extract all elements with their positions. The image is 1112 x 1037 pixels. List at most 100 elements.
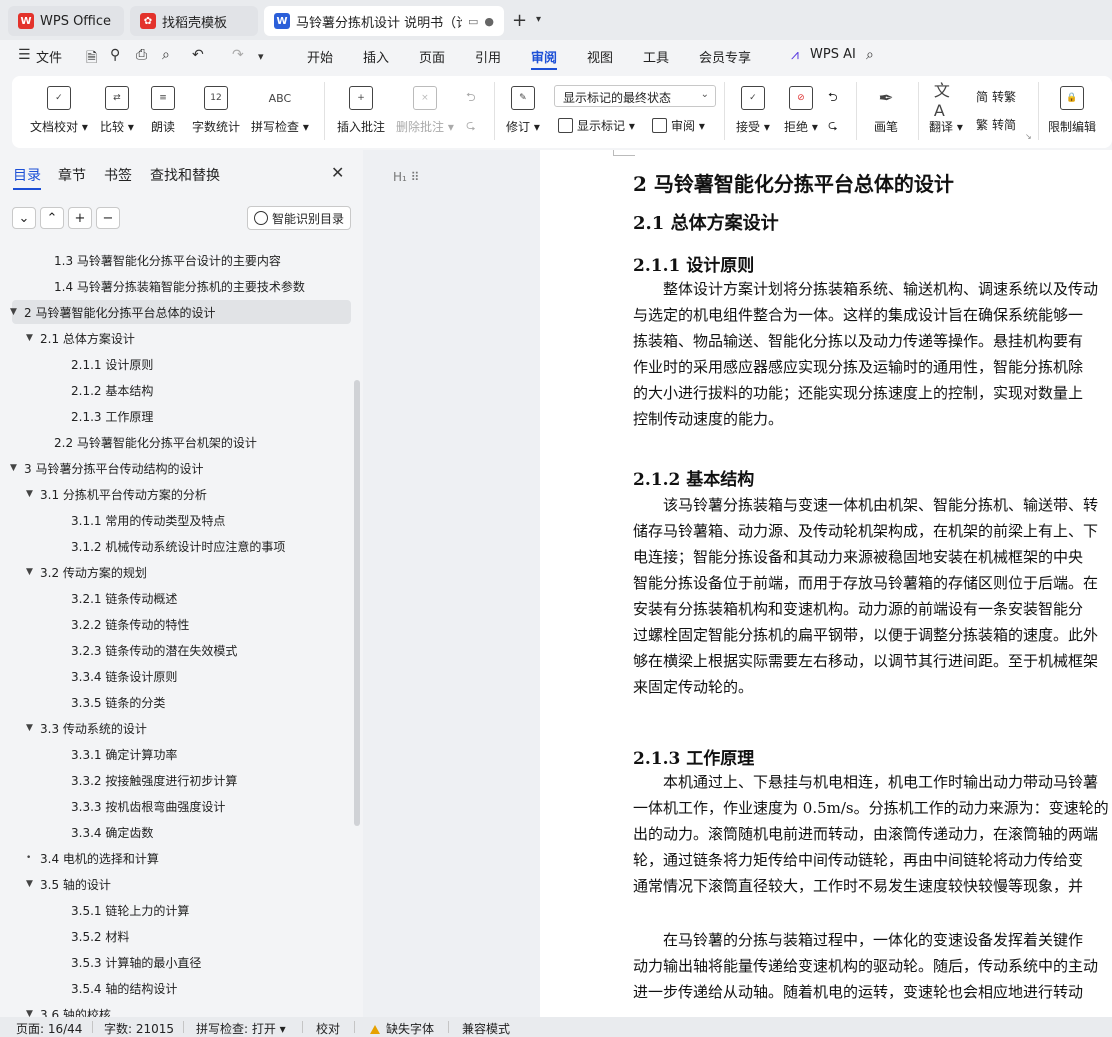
toc-item[interactable]: 2.1.1 设计原则 [12,352,351,376]
sidebar-scrollbar[interactable] [354,380,360,826]
read-aloud-button[interactable]: ≡ 朗读 [151,86,175,135]
toc-item[interactable]: 3.5.3 计算轴的最小直径 [12,950,351,974]
spell-check-button[interactable]: ABC 拼写检查 ▾ [251,86,309,135]
chevron-down-icon[interactable]: ▾ [536,14,541,25]
heading-drag-handle-icon[interactable]: H₁ ⠿ [393,170,419,184]
toc-item[interactable]: 3.5.4 轴的结构设计 [12,976,351,1000]
search-icon[interactable]: ⌕ [866,47,874,63]
toc-item[interactable]: 3.3.4 链条设计原则 [12,664,351,688]
page-indicator[interactable]: 页面: 16/44 [16,1020,82,1037]
menu-page[interactable]: 页面 [419,47,445,66]
next-change-icon[interactable]: ⮎ [828,116,838,137]
expand-caret-icon[interactable]: ▼ [26,333,40,343]
redo-icon[interactable]: ↷ [232,47,244,63]
prev-comment-icon[interactable]: ⮌ [466,88,476,109]
menu-tools[interactable]: 工具 [643,47,669,66]
toc-item[interactable]: 3.2.1 链条传动概述 [12,586,351,610]
toc-item[interactable]: 3.5.1 链轮上力的计算 [12,898,351,922]
tab-current-document[interactable]: W 马铃薯分拣机设计 说明书（论 ▭ ● [264,6,504,36]
menu-file[interactable]: 文件 [36,47,62,66]
link-icon[interactable]: ⚲ [110,47,120,63]
tab-docer-templates[interactable]: ✿ 找稻壳模板 [130,6,258,36]
save-icon[interactable]: 🗎 [86,47,97,71]
toc-item[interactable]: • 3.4 电机的选择和计算 [12,846,351,870]
tab-wps-office[interactable]: W WPS Office [8,6,124,36]
unsaved-dot-icon[interactable]: ● [484,15,494,28]
to-simplified-button[interactable]: 繁转简 [976,116,1016,133]
prev-change-icon[interactable]: ⮌ [828,88,838,109]
menu-home[interactable]: 开始 [307,47,333,66]
print-preview-icon[interactable]: ⌕ [162,47,170,63]
bullet-icon[interactable]: • [26,853,40,863]
next-comment-icon[interactable]: ⮎ [466,116,476,137]
toc-item[interactable]: 2.1.3 工作原理 [12,404,351,428]
expand-caret-icon[interactable]: ▼ [26,489,40,499]
menu-insert[interactable]: 插入 [363,47,389,66]
new-tab-plus-icon[interactable]: + [512,10,527,31]
toc-item[interactable]: 3.3.4 确定齿数 [12,820,351,844]
toc-item[interactable]: 1.3 马铃薯智能化分拣平台设计的主要内容 [12,248,351,272]
missing-font-status[interactable]: 缺失字体 [370,1020,434,1037]
toc-item[interactable]: ▼ 3.6 轴的校核 [12,1002,351,1018]
toc-item[interactable]: ▼ 2 马铃薯智能化分拣平台总体的设计 [10,300,351,324]
to-traditional-button[interactable]: 简转繁 [976,88,1016,105]
add-heading-button[interactable]: + [68,207,92,229]
proofread-status[interactable]: 校对 [316,1020,340,1037]
collapse-down-button[interactable]: ⌄ [12,207,36,229]
expand-caret-icon[interactable]: ▼ [10,307,24,317]
compare-button[interactable]: ⇄ 比较 ▾ [100,86,134,135]
menu-membership[interactable]: 会员专享 [699,47,751,66]
document-page[interactable]: 2 马铃薯智能化分拣平台总体的设计 2.1 总体方案设计 2.1.1 设计原则 … [540,150,1112,1017]
tab-bookmarks[interactable]: 书签 [104,165,132,185]
accept-button[interactable]: ✓ 接受 ▾ [736,86,770,135]
toc-item[interactable]: ▼ 3.1 分拣机平台传动方案的分析 [12,482,351,506]
ink-button[interactable]: ✒ 画笔 [874,86,898,135]
tab-sections[interactable]: 章节 [58,165,86,185]
toc-item[interactable]: 2.1.2 基本结构 [12,378,351,402]
close-icon[interactable]: ✕ [331,163,344,182]
review-pane-button[interactable]: 审阅 ▾ [652,117,705,134]
collapse-up-button[interactable]: ⌃ [40,207,64,229]
translate-button[interactable]: 文A 翻译 ▾ [929,81,963,135]
menu-review[interactable]: 审阅 [531,47,557,66]
expand-caret-icon[interactable]: ▼ [26,1009,40,1017]
doc-check-button[interactable]: ✓ 文档校对 ▾ [30,86,88,135]
expand-caret-icon[interactable]: ▼ [10,463,24,473]
hamburger-icon[interactable]: ☰ [18,47,31,63]
tab-find-replace[interactable]: 查找和替换 [150,165,220,185]
insert-comment-button[interactable]: + 插入批注 [337,86,385,135]
word-count-button[interactable]: 12 字数统计 [192,86,240,135]
show-markup-button[interactable]: 显示标记 ▾ [558,117,635,134]
toc-item[interactable]: 3.2.3 链条传动的潜在失效模式 [12,638,351,662]
toc-item[interactable]: 3.3.5 链条的分类 [12,690,351,714]
spell-check-status[interactable]: 拼写检查: 打开 ▾ [196,1020,286,1037]
word-count-indicator[interactable]: 字数: 21015 [104,1020,174,1037]
expand-caret-icon[interactable]: ▼ [26,723,40,733]
toc-item[interactable]: 3.3.1 确定计算功率 [12,742,351,766]
toc-item[interactable]: 1.4 马铃薯分拣装箱智能分拣机的主要技术参数 [12,274,351,298]
chevron-down-icon[interactable]: ▾ [258,50,264,63]
expand-corner-icon[interactable]: ↘ [1025,132,1032,141]
menu-references[interactable]: 引用 [475,47,501,66]
toc-item[interactable]: ▼ 3.5 轴的设计 [12,872,351,896]
toc-item[interactable]: 3.2.2 链条传动的特性 [12,612,351,636]
toc-item[interactable]: ▼ 2.1 总体方案设计 [12,326,351,350]
toc-item[interactable]: 3.1.2 机械传动系统设计时应注意的事项 [12,534,351,558]
toc-item[interactable]: 3.5.2 材料 [12,924,351,948]
menu-wps-ai[interactable]: WPS AI [810,47,856,62]
reject-button[interactable]: ⊘ 拒绝 ▾ [784,86,818,135]
expand-caret-icon[interactable]: ▼ [26,879,40,889]
remove-heading-button[interactable]: − [96,207,120,229]
menu-view[interactable]: 视图 [587,47,613,66]
toc-item[interactable]: 2.2 马铃薯智能化分拣平台机架的设计 [12,430,351,454]
track-changes-button[interactable]: ✎ 修订 ▾ [506,86,540,135]
toc-item[interactable]: ▼ 3.3 传动系统的设计 [12,716,351,740]
toc-item[interactable]: 3.3.2 按接触强度进行初步计算 [12,768,351,792]
undo-icon[interactable]: ↶ [192,47,204,63]
smart-toc-button[interactable]: 智能识别目录 [247,206,351,230]
toc-item[interactable]: 3.3.3 按机齿根弯曲强度设计 [12,794,351,818]
tab-toc[interactable]: 目录 [13,165,41,185]
delete-comment-button[interactable]: × 删除批注 ▾ [396,86,454,135]
print-icon[interactable]: ⎙ [136,47,147,63]
toc-item[interactable]: ▼ 3 马铃薯分拣平台传动结构的设计 [10,456,351,480]
